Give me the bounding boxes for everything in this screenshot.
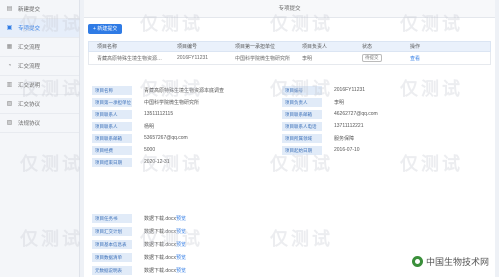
sidebar: ▤ 新建提交 ▣ 专项提交 ▦ 汇交流程 ◔ 汇交流程 ▥ 汇交说明 ▧ 汇交协… bbox=[0, 0, 80, 277]
detail-row: 项目名称 青藏高原特殊生境生物资源本底调查 项目编号 2016FY11231 bbox=[92, 84, 487, 96]
flow-icon: ◔ bbox=[7, 62, 12, 69]
info-icon: ▥ bbox=[6, 81, 13, 88]
list-item: 元数据说明表 数据下载.docx 预览 bbox=[92, 264, 292, 277]
sidebar-item-label: 汇交说明 bbox=[18, 83, 41, 89]
doc-file[interactable]: 数据下载.docx bbox=[132, 267, 176, 274]
document-list: 项目任务书 数据下载.docx 预览 项目汇交计划 数据下载.docx 预览 项… bbox=[92, 212, 292, 277]
detail-label: 项目联系邮箱 bbox=[92, 133, 132, 143]
detail-value: 5000 bbox=[144, 147, 156, 153]
sidebar-item-label: 法规协议 bbox=[18, 121, 41, 127]
sidebar-item-special-submit[interactable]: ▣ 专项提交 bbox=[0, 19, 79, 38]
table-row[interactable]: 青藏高原特殊生境生物资源… 2016FY11231 中国科学院微生物研究所 李明… bbox=[88, 52, 491, 65]
doc-label: 元数据说明表 bbox=[92, 266, 132, 275]
detail-value: 13511112115 bbox=[144, 111, 174, 117]
list-item: 项目任务书 数据下载.docx 预览 bbox=[92, 212, 292, 225]
detail-value: 青藏高原特殊生境生物资源本底调查 bbox=[144, 87, 225, 94]
sidebar-item-label: 汇交流程 bbox=[18, 64, 41, 70]
project-name-cell: 青藏高原特殊生境生物资源… bbox=[97, 55, 163, 62]
detail-label: 项目联系人电话 bbox=[282, 121, 322, 131]
detail-value: 53657267@qq.com bbox=[144, 135, 188, 141]
detail-label: 项目负责人 bbox=[282, 97, 322, 107]
detail-label: 项目第一承担单位 bbox=[92, 97, 132, 107]
doc-file[interactable]: 数据下载.docx bbox=[132, 215, 176, 222]
sidebar-item-flow-2[interactable]: ◔ 汇交流程 bbox=[0, 57, 79, 76]
doc-file[interactable]: 数据下载.docx bbox=[132, 241, 176, 248]
detail-value: 中国科学院微生物研究所 bbox=[144, 99, 200, 106]
flow-icon: ▦ bbox=[6, 43, 13, 50]
doc-file[interactable]: 数据下载.docx bbox=[132, 254, 176, 261]
detail-label: 项目起始日期 bbox=[282, 145, 322, 155]
sidebar-item-label: 专项提交 bbox=[18, 26, 41, 32]
detail-label: 项目结束日期 bbox=[92, 157, 132, 167]
column-header: 状态 bbox=[362, 44, 373, 50]
doc-label: 项目任务书 bbox=[92, 214, 132, 223]
preview-link[interactable]: 预览 bbox=[176, 267, 186, 274]
detail-label: 项目名称 bbox=[92, 85, 132, 95]
doc-label: 项目基本信息表 bbox=[92, 240, 132, 249]
doc-label: 项目汇交计划 bbox=[92, 227, 132, 236]
project-detail: 项目名称 青藏高原特殊生境生物资源本底调查 项目编号 2016FY11231 项… bbox=[92, 84, 487, 168]
sidebar-item-law[interactable]: ▨ 法规协议 bbox=[0, 114, 79, 133]
folder-icon: ▣ bbox=[6, 24, 13, 31]
detail-value: 13711112221 bbox=[334, 123, 364, 129]
detail-row: 项目联系邮箱 53657267@qq.com 项目所属领域 服务保障 bbox=[92, 132, 487, 144]
sidebar-item-label: 汇交协议 bbox=[18, 102, 41, 108]
new-submit-button[interactable]: + 新建提交 bbox=[88, 24, 123, 34]
logo-icon bbox=[411, 256, 423, 267]
detail-label: 项目联系邮箱 bbox=[282, 109, 322, 119]
detail-row: 项目联系人 杨明 项目联系人电话 13711112221 bbox=[92, 120, 487, 132]
detail-row: 项目经费 5000 项目起始日期 2016-07-10 bbox=[92, 144, 487, 156]
detail-label: 项目经费 bbox=[92, 145, 132, 155]
column-header: 操作 bbox=[410, 44, 421, 50]
detail-value: 杨明 bbox=[144, 123, 155, 130]
preview-link[interactable]: 预览 bbox=[176, 241, 186, 248]
detail-value: 2016FY11231 bbox=[334, 87, 366, 93]
main-panel: 专项提交 + 新建提交 项目名称 项目编号 项目第一承担单位 项目负责人 状态 … bbox=[84, 0, 495, 277]
doc-label: 项目数据清单 bbox=[92, 253, 132, 262]
detail-value: 服务保障 bbox=[334, 135, 355, 142]
detail-label: 项目联系人 bbox=[92, 109, 132, 119]
brand-name: 中国生物技术网 bbox=[425, 258, 489, 268]
detail-label: 项目所属领域 bbox=[282, 133, 322, 143]
detail-label: 项目联系人 bbox=[92, 121, 132, 131]
agreement-icon: ▧ bbox=[6, 100, 13, 107]
column-header: 项目第一承担单位 bbox=[235, 44, 276, 50]
sidebar-item-label: 新建提交 bbox=[18, 7, 41, 13]
project-unit-cell: 中国科学院微生物研究所 bbox=[235, 55, 291, 62]
status-badge: 待提交 bbox=[362, 54, 382, 62]
column-header: 项目名称 bbox=[97, 44, 118, 50]
preview-link[interactable]: 预览 bbox=[176, 228, 186, 235]
sidebar-item-instructions[interactable]: ▥ 汇交说明 bbox=[0, 76, 79, 95]
page-title: 专项提交 bbox=[84, 0, 495, 18]
detail-label: 项目编号 bbox=[282, 85, 322, 95]
list-item: 项目基本信息表 数据下载.docx 预览 bbox=[92, 238, 292, 251]
detail-row: 项目第一承担单位 中国科学院微生物研究所 项目负责人 李明 bbox=[92, 96, 487, 108]
detail-row: 项目结束日期 2020-12-31 bbox=[92, 156, 487, 168]
law-icon: ▨ bbox=[6, 119, 13, 126]
column-header: 项目负责人 bbox=[302, 44, 328, 50]
sidebar-item-agreement[interactable]: ▧ 汇交协议 bbox=[0, 95, 79, 114]
project-number-cell: 2016FY11231 bbox=[177, 55, 209, 61]
detail-value: 2016-07-10 bbox=[334, 147, 360, 153]
sidebar-item-label: 汇交流程 bbox=[18, 45, 41, 51]
preview-link[interactable]: 预览 bbox=[176, 215, 186, 222]
status-cell: 待提交 bbox=[362, 54, 410, 62]
document-icon: ▤ bbox=[6, 5, 13, 12]
brand-logo: 中国生物技术网 bbox=[409, 254, 491, 269]
detail-value: 46262727@qq.com bbox=[334, 111, 378, 117]
table-header: 项目名称 项目编号 项目第一承担单位 项目负责人 状态 操作 bbox=[88, 41, 491, 52]
project-person-cell: 李明 bbox=[302, 55, 313, 62]
detail-value: 2020-12-31 bbox=[144, 159, 170, 165]
column-header: 项目编号 bbox=[177, 44, 198, 50]
detail-row: 项目联系人 13511112115 项目联系邮箱 46262727@qq.com bbox=[92, 108, 487, 120]
list-item: 项目汇交计划 数据下载.docx 预览 bbox=[92, 225, 292, 238]
project-table: 项目名称 项目编号 项目第一承担单位 项目负责人 状态 操作 青藏高原特殊生境生… bbox=[88, 41, 491, 65]
list-item: 项目数据清单 数据下载.docx 预览 bbox=[92, 251, 292, 264]
view-link[interactable]: 查看 bbox=[410, 55, 480, 62]
sidebar-item-new-submit[interactable]: ▤ 新建提交 bbox=[0, 0, 79, 19]
preview-link[interactable]: 预览 bbox=[176, 254, 186, 261]
doc-file[interactable]: 数据下载.docx bbox=[132, 228, 176, 235]
sidebar-item-flow[interactable]: ▦ 汇交流程 bbox=[0, 38, 79, 57]
detail-value: 李明 bbox=[334, 99, 345, 106]
